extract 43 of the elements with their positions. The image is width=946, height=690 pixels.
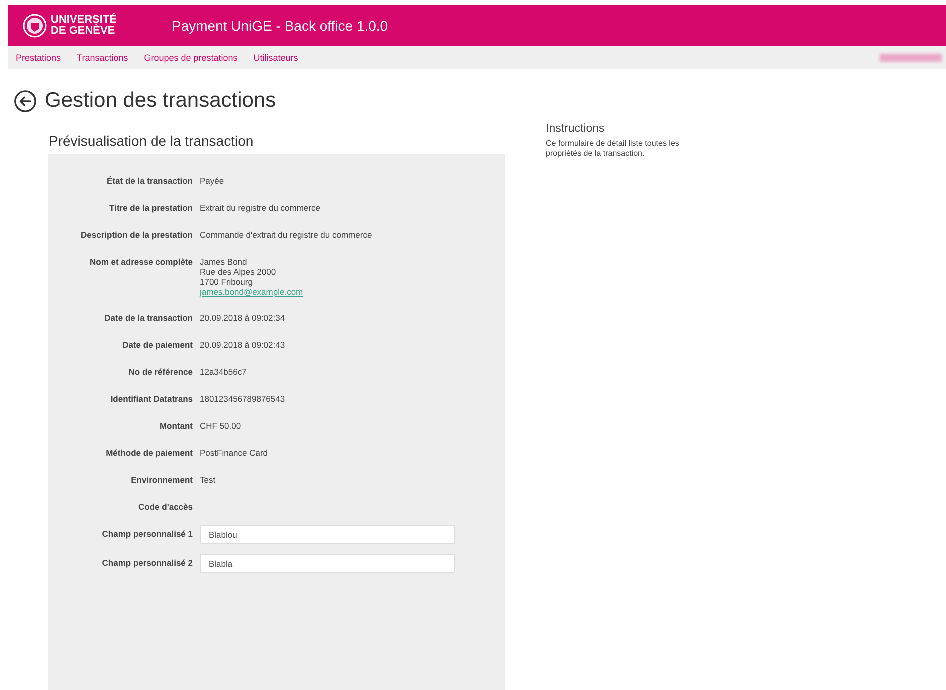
address-line: Rue des Alpes 2000	[200, 267, 278, 277]
nav-link[interactable]: Prestations	[16, 52, 62, 62]
field-label: No de référence	[128, 367, 193, 378]
field-value: Commande d'extrait du registre du commerce	[200, 230, 372, 240]
input-field[interactable]: Blabla	[200, 554, 455, 573]
field-label: Nom et adresse complète	[89, 257, 193, 269]
address-line: 1700 Fribourg	[200, 277, 254, 287]
field-value: 12a34b56c7	[200, 367, 247, 377]
nav-link[interactable]: Transactions	[77, 52, 128, 62]
nav-link[interactable]: Groupes de prestations	[144, 52, 238, 62]
instructions-title: Instructions	[546, 123, 606, 135]
field-value: 20.09.2018 à 09:02:43	[200, 340, 286, 350]
field-label: Champ personnalisé 2	[101, 558, 193, 569]
field-label: État de la transaction	[106, 176, 193, 187]
instructions-text: Ce formulaire de détail liste toutes les propriétés de la transaction.	[546, 139, 680, 158]
field-label: Méthode de paiement	[105, 448, 193, 459]
section-title: Prévisualisation de la transaction	[49, 133, 255, 149]
app-title: Payment UniGE - Back office 1.0.0	[172, 18, 388, 34]
field-value: CHF 50.00	[200, 421, 242, 431]
field-label: Environnement	[130, 475, 193, 486]
field-label: Titre de la prestation	[108, 203, 193, 214]
field-label: Identifiant Datatrans	[110, 394, 193, 405]
email-link[interactable]: james.bond@example.com	[200, 287, 304, 297]
field-label: Description de la prestation	[80, 230, 193, 241]
field-label: Montant	[158, 421, 193, 432]
field-label: Code d'accès	[138, 502, 193, 513]
field-label: Champ personnalisé 1	[101, 529, 193, 540]
nav-link[interactable]: Utilisateurs	[254, 52, 298, 62]
field-value: Payée	[200, 176, 224, 186]
input-field[interactable]: Blablou	[200, 525, 455, 544]
page-title: Gestion des transactions	[45, 89, 276, 113]
university-logo-text: DE GENÈVE	[51, 26, 116, 36]
field-value: 20.09.2018 à 09:02:34	[200, 313, 286, 323]
address-line: James Bond	[200, 257, 248, 267]
field-label: Date de la transaction	[104, 313, 193, 324]
university-logo-text: UNIVERSITÉ	[51, 14, 118, 26]
university-seal-icon	[23, 14, 47, 38]
field-value: Test	[200, 475, 216, 485]
field-value: PostFinance Card	[200, 448, 268, 458]
field-label: Date de paiement	[122, 340, 193, 351]
blurred-user-name	[880, 54, 942, 62]
field-value: Extrait du registre du commerce	[200, 203, 320, 213]
field-value: 180123456789876543	[200, 394, 286, 404]
